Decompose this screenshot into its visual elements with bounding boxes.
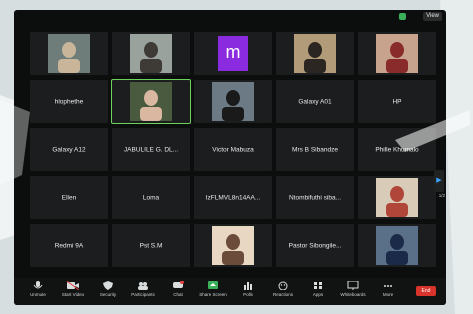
toolbar-label: Whiteboards bbox=[340, 292, 366, 297]
participant-name: Mrs B Sibandze bbox=[292, 146, 338, 153]
more-icon bbox=[384, 285, 392, 287]
participant-tile[interactable]: Pastor Sibongile... bbox=[276, 224, 354, 267]
participant-name: Phille Khumalo bbox=[375, 146, 419, 153]
participant-tile[interactable] bbox=[30, 32, 108, 75]
toolbar-label: More bbox=[382, 292, 394, 297]
toolbar-participants-button[interactable]: Participants bbox=[127, 281, 159, 303]
toolbar-unmute-button[interactable]: Unmute bbox=[22, 281, 54, 303]
participant-photo bbox=[48, 34, 90, 73]
participant-name: Galaxy A12 bbox=[52, 146, 86, 153]
participant-photo bbox=[130, 34, 172, 73]
participant-tile[interactable] bbox=[112, 32, 190, 75]
participant-tile[interactable] bbox=[194, 80, 272, 123]
view-button[interactable]: View bbox=[423, 12, 442, 21]
toolbar-more-button[interactable]: More bbox=[372, 281, 404, 303]
participant-tile[interactable] bbox=[111, 79, 191, 124]
participant-name: JABULILE G. DL... bbox=[123, 146, 179, 153]
toolbar-label: Unmute bbox=[30, 292, 46, 297]
participant-tile[interactable] bbox=[358, 224, 436, 267]
toolbar-label: Apps bbox=[312, 292, 324, 297]
microphone-icon bbox=[33, 281, 43, 289]
toolbar-reactions-button[interactable]: Reactions bbox=[267, 281, 299, 303]
participant-name: Pastor Sibongile... bbox=[288, 242, 342, 249]
participant-tile[interactable]: Redmi 9A bbox=[30, 224, 108, 267]
toolbar-polls-button[interactable]: Polls bbox=[232, 281, 264, 303]
participant-photo bbox=[376, 34, 418, 73]
participant-name: Pst S.M bbox=[139, 242, 163, 249]
participant-name: Victor Mabuza bbox=[212, 146, 254, 153]
end-button[interactable]: End bbox=[416, 286, 436, 296]
participant-tile[interactable]: Loma bbox=[112, 176, 190, 219]
page-indicator: 1/2 bbox=[438, 193, 445, 198]
participant-name: Galaxy A01 bbox=[298, 98, 332, 105]
participant-tile[interactable] bbox=[276, 32, 354, 75]
toolbar-start-video-button[interactable]: Start Video bbox=[57, 281, 89, 303]
participant-photo bbox=[212, 226, 254, 265]
toolbar-label: Polls bbox=[243, 292, 253, 297]
participant-name: Ellen bbox=[61, 194, 77, 201]
toolbar-label: Participants bbox=[131, 292, 155, 297]
top-bar: View bbox=[14, 10, 446, 24]
participant-photo bbox=[130, 82, 172, 121]
participant-tile[interactable] bbox=[194, 224, 272, 267]
shield-icon bbox=[103, 281, 113, 290]
apps-icon bbox=[314, 282, 322, 289]
participant-tile[interactable]: Ntombifuthi siba... bbox=[276, 176, 354, 219]
participant-name: Redmi 9A bbox=[54, 242, 84, 249]
participant-photo bbox=[212, 82, 254, 121]
participant-name: Ntombifuthi siba... bbox=[288, 194, 342, 201]
meeting-toolbar: End Unmute Start Video Security Participant… bbox=[14, 278, 446, 305]
participants-icon bbox=[138, 282, 148, 290]
participant-tile[interactable]: Phille Khumalo bbox=[358, 128, 436, 171]
chat-icon bbox=[173, 281, 184, 288]
toolbar-label: Security bbox=[99, 292, 117, 297]
participant-photo bbox=[294, 34, 336, 73]
status-dot bbox=[399, 13, 406, 20]
whiteboard-icon bbox=[347, 281, 359, 290]
participant-tile[interactable]: HP bbox=[358, 80, 436, 123]
participant-tile[interactable]: JABULILE G. DL... bbox=[112, 128, 190, 171]
toolbar-security-button[interactable]: Security bbox=[92, 281, 124, 303]
participant-tile[interactable]: Victor Mabuza bbox=[194, 128, 272, 171]
next-page-button[interactable]: ▶ bbox=[434, 170, 444, 192]
participant-name: Loma bbox=[142, 194, 160, 201]
toolbar-apps-button[interactable]: Apps bbox=[302, 281, 334, 303]
participant-tile[interactable]: Galaxy A01 bbox=[276, 80, 354, 123]
participant-photo bbox=[376, 226, 418, 265]
participant-photo bbox=[376, 178, 418, 217]
participant-name: IzFLMVL8n14AA... bbox=[205, 194, 261, 201]
participant-tile[interactable]: Ellen bbox=[30, 176, 108, 219]
polls-icon bbox=[244, 282, 252, 290]
gallery-grid: m hlophethe Galaxy A01 HP Galaxy A12 JABULILE… bbox=[30, 32, 436, 268]
participant-tile[interactable] bbox=[358, 176, 436, 219]
toolbar-whiteboards-button[interactable]: Whiteboards bbox=[337, 281, 369, 303]
zoom-window: View m hlophethe Galaxy A01 HP Galaxy A12 JAB… bbox=[14, 10, 446, 305]
share-screen-icon bbox=[208, 281, 218, 289]
reactions-icon bbox=[278, 281, 288, 290]
participant-tile[interactable]: m bbox=[194, 32, 272, 75]
participant-avatar: m bbox=[218, 36, 248, 71]
participant-name: HP bbox=[392, 98, 402, 105]
participant-tile[interactable]: IzFLMVL8n14AA... bbox=[194, 176, 272, 219]
toolbar-label: Chat bbox=[173, 292, 183, 297]
participant-tile[interactable]: Galaxy A12 bbox=[30, 128, 108, 171]
toolbar-share-screen-button[interactable]: Share Screen bbox=[197, 281, 229, 303]
participant-tile[interactable]: Pst S.M bbox=[112, 224, 190, 267]
participant-tile[interactable] bbox=[358, 32, 436, 75]
participant-tile[interactable]: Mrs B Sibandze bbox=[276, 128, 354, 171]
video-camera-icon bbox=[67, 281, 79, 290]
toolbar-chat-button[interactable]: Chat bbox=[162, 281, 194, 303]
participant-tile[interactable]: hlophethe bbox=[30, 80, 108, 123]
toolbar-label: Reactions bbox=[272, 292, 293, 297]
toolbar-label: Share Screen bbox=[199, 292, 227, 297]
participant-name: hlophethe bbox=[54, 98, 84, 105]
toolbar-label: Start Video bbox=[61, 292, 85, 297]
